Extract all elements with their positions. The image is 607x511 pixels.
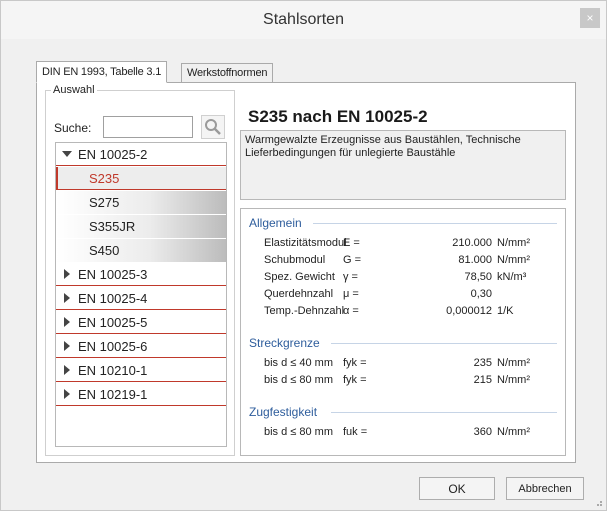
tree-item-s450[interactable]: S450 xyxy=(56,239,226,262)
tab-werkstoffnormen[interactable]: Werkstoffnormen xyxy=(181,63,274,83)
tree-node-label: EN 10210-1 xyxy=(78,363,148,378)
property-name: Querdehnzahl xyxy=(264,288,334,300)
tree-node-label: EN 10025-3 xyxy=(78,267,148,282)
tree-node-label: EN 10025-5 xyxy=(78,315,148,330)
property-name: bis d ≤ 80 mm xyxy=(264,426,334,438)
property-unit: 1/K xyxy=(497,305,514,317)
property-value: 360 xyxy=(473,426,492,438)
search-button[interactable] xyxy=(201,115,225,139)
property-row: Querdehnzahl μ = 0,30 xyxy=(241,286,565,302)
tab-din-en-1993[interactable]: DIN EN 1993, Tabelle 3.1 xyxy=(36,61,168,83)
property-name: bis d ≤ 80 mm xyxy=(264,374,334,386)
property-row: bis d ≤ 40 mm fyk = 235 N/mm² xyxy=(241,355,565,371)
section-divider xyxy=(313,223,557,224)
property-value: 81.000 xyxy=(458,254,492,266)
close-icon: × xyxy=(586,11,594,25)
property-unit: kN/m³ xyxy=(497,271,527,283)
material-heading: S235 nach EN 10025-2 xyxy=(248,107,428,126)
search-label: Suche: xyxy=(54,121,92,135)
section-title: Zugfestigkeit xyxy=(249,405,318,419)
section-zugfestigkeit: Zugfestigkeit xyxy=(249,405,557,419)
selection-group-label: Auswahl xyxy=(51,84,97,96)
property-symbol: E = xyxy=(343,237,360,249)
collapsed-arrow-icon[interactable] xyxy=(62,292,72,304)
property-value: 215 xyxy=(473,374,492,386)
tree-node-en-10219-1[interactable]: EN 10219-1 xyxy=(56,383,226,406)
tree-node-en-10025-2[interactable]: EN 10025-2 xyxy=(56,143,226,166)
collapsed-arrow-icon[interactable] xyxy=(62,388,72,400)
tree-node-en-10025-5[interactable]: EN 10025-5 xyxy=(56,311,226,334)
properties-panel: Allgemein Elastizitätsmodul E = 210.000 … xyxy=(240,208,566,456)
tree-item-label: S355JR xyxy=(89,219,136,234)
property-unit: N/mm² xyxy=(497,254,530,266)
property-row: Schubmodul G = 81.000 N/mm² xyxy=(241,252,565,268)
tab-panel: Auswahl Suche: EN 10025-2 S235 S275 S355… xyxy=(36,82,576,463)
property-symbol: fyk = xyxy=(343,357,367,369)
tree-item-label: S450 xyxy=(89,243,120,258)
title-bar[interactable]: Stahlsorten × xyxy=(1,1,606,39)
property-symbol: fyk = xyxy=(343,374,367,386)
property-symbol: μ = xyxy=(343,288,359,300)
steel-tree[interactable]: EN 10025-2 S235 S275 S355JR S450 EN 1002… xyxy=(55,142,227,447)
property-unit: N/mm² xyxy=(497,237,530,249)
property-symbol: γ = xyxy=(343,271,358,283)
property-unit: N/mm² xyxy=(497,426,530,438)
property-name: Spez. Gewicht xyxy=(264,271,335,283)
tree-item-label: S235 xyxy=(89,171,120,186)
magnifier-icon xyxy=(205,119,221,135)
section-title: Allgemein xyxy=(249,216,302,230)
search-input[interactable] xyxy=(103,116,193,138)
property-value: 0,000012 xyxy=(446,305,492,317)
property-name: Elastizitätsmodul xyxy=(264,237,347,249)
selection-group: Auswahl Suche: EN 10025-2 S235 S275 S355… xyxy=(45,84,235,456)
property-row: Elastizitätsmodul E = 210.000 N/mm² xyxy=(241,235,565,251)
cancel-button[interactable]: Abbrechen xyxy=(506,477,584,500)
collapsed-arrow-icon[interactable] xyxy=(62,364,72,376)
property-symbol: fuk = xyxy=(343,426,368,438)
property-value: 78,50 xyxy=(464,271,492,283)
tree-item-s275[interactable]: S275 xyxy=(56,191,226,214)
tree-node-label: EN 10025-2 xyxy=(78,147,148,162)
property-value: 235 xyxy=(473,357,492,369)
property-row: Temp.-Dehnzahl α = 0,000012 1/K xyxy=(241,303,565,319)
tree-node-label: EN 10025-6 xyxy=(78,339,148,354)
ok-button[interactable]: OK xyxy=(419,477,495,500)
section-streckgrenze: Streckgrenze xyxy=(249,336,557,350)
property-symbol: α = xyxy=(343,305,359,317)
property-row: bis d ≤ 80 mm fyk = 215 N/mm² xyxy=(241,372,565,388)
property-unit: N/mm² xyxy=(497,374,530,386)
property-unit: N/mm² xyxy=(497,357,530,369)
tree-item-s355jr[interactable]: S355JR xyxy=(56,215,226,238)
property-name: Schubmodul xyxy=(264,254,326,266)
property-name: Temp.-Dehnzahl xyxy=(264,305,345,317)
section-divider xyxy=(331,412,557,413)
window-title: Stahlsorten xyxy=(263,11,344,28)
property-symbol: G = xyxy=(343,254,362,266)
tree-node-label: EN 10025-4 xyxy=(78,291,148,306)
tree-node-en-10025-6[interactable]: EN 10025-6 xyxy=(56,335,226,358)
collapsed-arrow-icon[interactable] xyxy=(62,340,72,352)
material-description: Warmgewalzte Erzeugnisse aus Baustählen,… xyxy=(240,130,566,200)
tree-node-en-10210-1[interactable]: EN 10210-1 xyxy=(56,359,226,382)
section-divider xyxy=(331,343,557,344)
tree-node-en-10025-3[interactable]: EN 10025-3 xyxy=(56,263,226,286)
tree-node-en-10025-4[interactable]: EN 10025-4 xyxy=(56,287,226,310)
tree-node-label: EN 10219-1 xyxy=(78,387,148,402)
expanded-arrow-icon[interactable] xyxy=(62,148,72,160)
dialog-window: Stahlsorten × DIN EN 1993, Tabelle 3.1 W… xyxy=(0,0,607,511)
tree-item-s235[interactable]: S235 xyxy=(56,167,226,190)
property-value: 0,30 xyxy=(470,288,492,300)
collapsed-arrow-icon[interactable] xyxy=(62,316,72,328)
section-title: Streckgrenze xyxy=(249,336,320,350)
tree-item-label: S275 xyxy=(89,195,120,210)
property-row: bis d ≤ 80 mm fuk = 360 N/mm² xyxy=(241,424,565,440)
collapsed-arrow-icon[interactable] xyxy=(62,268,72,280)
resize-grip-icon[interactable] xyxy=(593,497,603,507)
property-name: bis d ≤ 40 mm xyxy=(264,357,334,369)
section-allgemein: Allgemein xyxy=(249,216,557,230)
property-row: Spez. Gewicht γ = 78,50 kN/m³ xyxy=(241,269,565,285)
property-value: 210.000 xyxy=(452,237,492,249)
selection-marker xyxy=(56,167,58,190)
close-button[interactable]: × xyxy=(580,8,600,28)
